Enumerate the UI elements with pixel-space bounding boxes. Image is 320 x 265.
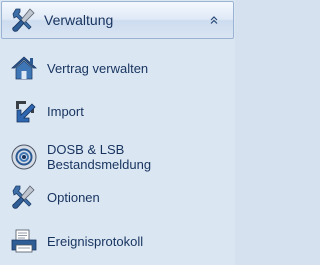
import-arrow-icon (16, 101, 36, 123)
tools-icon (12, 8, 35, 32)
menu-item-label: DOSB & LSB Bestandsmeldung (47, 142, 151, 172)
section-header-verwaltung[interactable]: Verwaltung (1, 1, 234, 39)
menu-item-label: Ereignisprotokoll (47, 233, 144, 249)
menu-item-dosb-lsb-bestandsmeldung[interactable]: DOSB & LSB Bestandsmeldung (0, 135, 235, 179)
navigation-panel: Verwaltung Vertrag verwalten Import DOSB… (0, 0, 235, 265)
menu-item-label: Import (47, 103, 84, 119)
section-title: Verwaltung (44, 12, 114, 28)
menu-item-optionen[interactable]: Optionen (0, 177, 235, 217)
double-chevron-up-icon[interactable] (207, 13, 221, 27)
menu-item-label-line1: DOSB & LSB (47, 142, 125, 157)
menu-item-label: Vertrag verwalten (47, 60, 149, 76)
tools-icon (12, 185, 35, 209)
house-icon (10, 56, 38, 80)
menu-item-import[interactable]: Import (0, 91, 235, 131)
radio-signal-icon (11, 144, 37, 170)
menu-item-vertrag-verwalten[interactable]: Vertrag verwalten (0, 48, 235, 88)
menu-item-ereignisprotokoll[interactable]: Ereignisprotokoll (0, 221, 235, 261)
log-printer-icon (11, 229, 37, 253)
menu-item-label-line2: Bestandsmeldung (47, 157, 152, 172)
menu-item-label: Optionen (47, 189, 100, 205)
